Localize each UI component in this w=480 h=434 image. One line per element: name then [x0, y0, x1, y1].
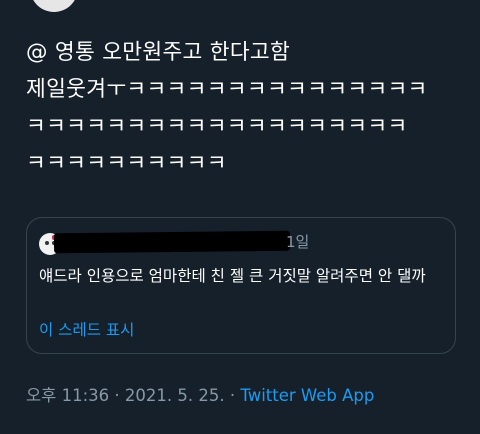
tweet-text: @ 영통 오만원주고 한다고함 제일웃겨ㅜㅋㅋㅋㅋㅋㅋㅋㅋㅋㅋㅋㅋㅋㅋㅋ ㅋㅋㅋ… — [26, 34, 466, 182]
tweet-line: @ 영통 오만원주고 한다고함 — [26, 40, 291, 65]
tweet-meta: 오후 11:36 · 2021. 5. 25. · Twitter Web Ap… — [26, 384, 374, 408]
tweet-line: ㅋㅋㅋㅋㅋㅋㅋㅋㅋㅋ — [26, 151, 227, 176]
quoted-tweet-text: 얘드라 인용으로 엄마한테 친 젤 큰 거짓말 알려주면 안 댈까 — [39, 267, 426, 285]
avatar-eye — [45, 241, 49, 245]
redaction-mark — [53, 230, 291, 254]
meta-separator: · — [229, 386, 236, 405]
tweet-date[interactable]: 2021. 5. 25. — [125, 386, 225, 405]
source-app-link[interactable]: Twitter Web App — [240, 386, 374, 405]
tweet-line: ㅋㅋㅋㅋㅋㅋㅋㅋㅋㅋㅋㅋㅋㅋㅋㅋㅋㅋㅋ — [26, 114, 408, 139]
meta-separator: · — [114, 386, 120, 405]
show-thread-link[interactable]: 이 스레드 표시 — [39, 318, 134, 342]
tweet-line: 제일웃겨ㅜㅋㅋㅋㅋㅋㅋㅋㅋㅋㅋㅋㅋㅋㅋㅋ — [26, 77, 428, 102]
quoted-tweet-time: 1일 — [286, 233, 310, 251]
tweet-time[interactable]: 오후 11:36 — [26, 386, 109, 405]
author-avatar[interactable] — [30, 0, 78, 12]
